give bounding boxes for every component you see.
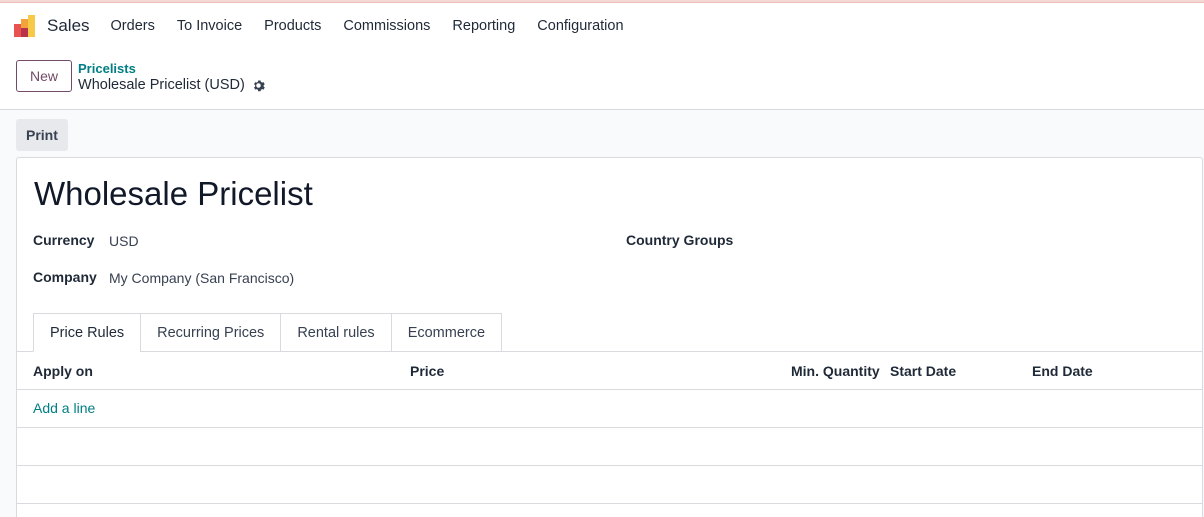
new-button[interactable]: New (16, 60, 73, 92)
currency-label: Currency (33, 232, 95, 248)
price-rules-table: Apply on Price Min. Quantity Start Date … (17, 352, 1202, 504)
tab-recurring-prices[interactable]: Recurring Prices (140, 313, 281, 352)
column-start-date[interactable]: Start Date (890, 363, 956, 379)
tab-price-rules[interactable]: Price Rules (33, 313, 141, 352)
table-row: Add a line (17, 390, 1202, 428)
table-row (17, 466, 1202, 504)
table-header: Apply on Price Min. Quantity Start Date … (17, 352, 1202, 390)
breadcrumb-pricelists-link[interactable]: Pricelists (78, 61, 265, 76)
breadcrumb-current: Wholesale Pricelist (USD) (78, 77, 265, 93)
company-label: Company (33, 269, 97, 285)
menu-reporting[interactable]: Reporting (452, 18, 515, 34)
column-min-quantity[interactable]: Min. Quantity (791, 363, 880, 379)
sales-app-icon[interactable] (14, 15, 38, 37)
column-apply-on[interactable]: Apply on (33, 363, 93, 379)
breadcrumb-current-label: Wholesale Pricelist (USD) (78, 77, 245, 93)
app-name[interactable]: Sales (47, 16, 90, 36)
notebook-tabs: Price Rules Recurring Prices Rental rule… (33, 313, 503, 352)
country-groups-label: Country Groups (626, 232, 734, 248)
breadcrumb: Pricelists Wholesale Pricelist (USD) (78, 61, 265, 93)
gear-icon[interactable] (252, 79, 265, 92)
column-price[interactable]: Price (410, 363, 444, 379)
add-a-line-link[interactable]: Add a line (33, 400, 95, 416)
menu-orders[interactable]: Orders (111, 18, 155, 34)
pricelist-name-input[interactable]: Wholesale Pricelist (34, 175, 313, 213)
control-panel: New Pricelists Wholesale Pricelist (USD) (0, 49, 1204, 110)
menu-products[interactable]: Products (264, 18, 321, 34)
table-row (17, 428, 1202, 466)
menu-commissions[interactable]: Commissions (343, 18, 430, 34)
company-field[interactable]: My Company (San Francisco) (109, 270, 294, 286)
tab-ecommerce[interactable]: Ecommerce (390, 313, 503, 352)
print-button[interactable]: Print (16, 119, 68, 151)
tab-rental-rules[interactable]: Rental rules (280, 313, 391, 352)
menu-configuration[interactable]: Configuration (537, 18, 623, 34)
status-bar: Print (0, 110, 1204, 158)
main-navbar: Sales Orders To Invoice Products Commiss… (0, 3, 1204, 49)
menu-to-invoice[interactable]: To Invoice (177, 18, 242, 34)
form-sheet: Wholesale Pricelist Currency USD Company… (16, 157, 1203, 517)
currency-field[interactable]: USD (109, 233, 139, 249)
column-end-date[interactable]: End Date (1032, 363, 1093, 379)
